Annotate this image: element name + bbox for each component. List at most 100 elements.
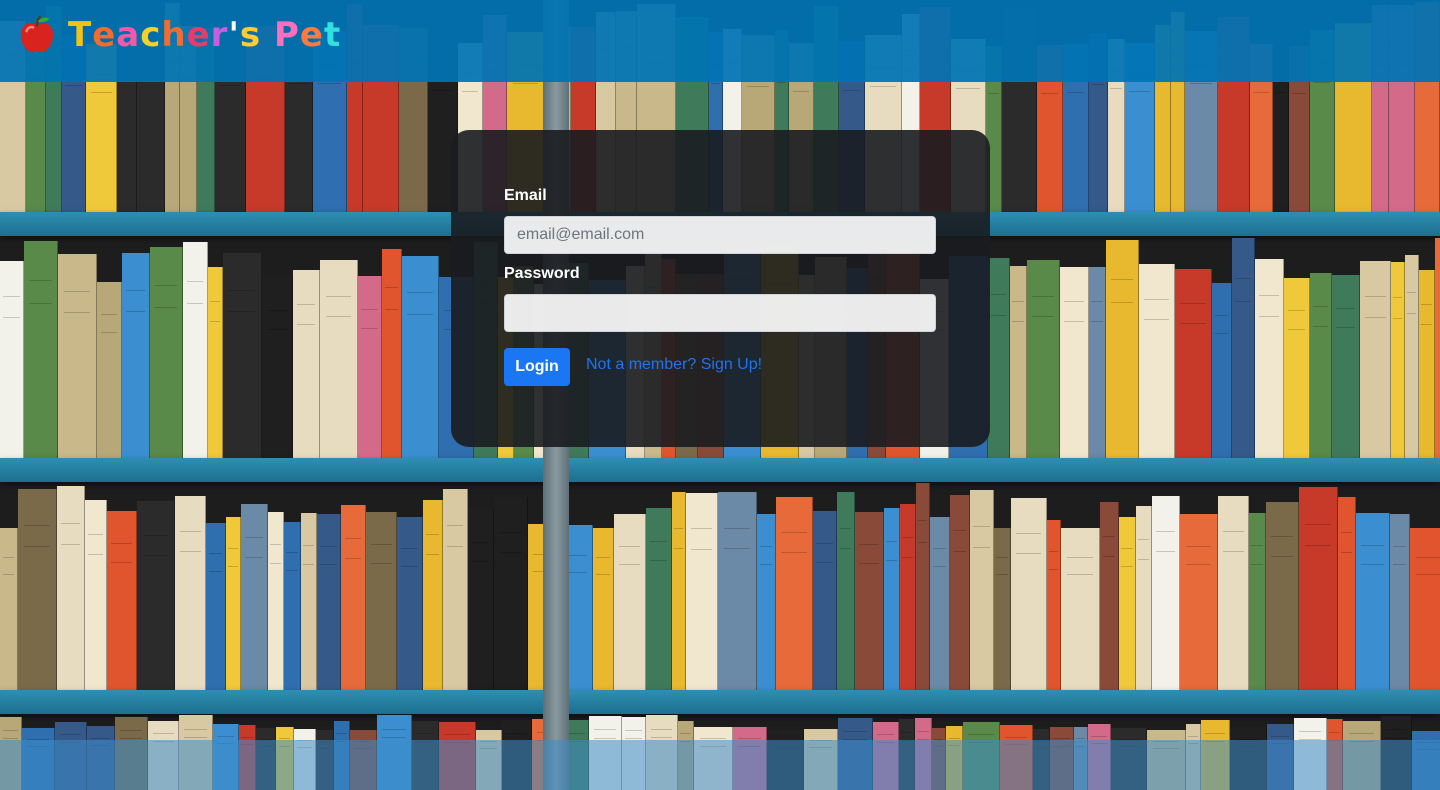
book-spine <box>776 497 813 690</box>
book-spine <box>223 253 262 458</box>
book-spine <box>837 492 855 690</box>
brand-letter: h <box>161 15 187 55</box>
password-input[interactable] <box>504 294 936 332</box>
book-spine <box>18 489 57 690</box>
book-spine <box>85 500 107 690</box>
brand-letter <box>261 12 274 58</box>
brand-letter: ' <box>228 15 240 55</box>
book-spine <box>1010 266 1027 458</box>
book-spine <box>1089 267 1106 458</box>
book-spine <box>1419 270 1435 458</box>
book-spine <box>1180 514 1218 690</box>
book-spine <box>1332 275 1360 458</box>
brand-letter: a <box>116 15 141 55</box>
book-spine <box>1061 528 1100 690</box>
book-spine <box>1391 262 1405 458</box>
login-actions: Login Not a member? Sign Up! <box>504 348 936 386</box>
book-spine <box>358 276 382 458</box>
book-spine <box>122 253 150 458</box>
signup-link[interactable]: Not a member? Sign Up! <box>586 356 762 374</box>
email-label: Email <box>504 187 547 204</box>
login-panel: Email Password Login Not a member? Sign … <box>451 130 990 447</box>
book-spine <box>672 492 686 690</box>
brand-letter: t <box>323 15 342 55</box>
book-spine <box>208 267 223 458</box>
book-spine <box>0 261 24 458</box>
book-spine <box>137 501 175 690</box>
book-spine <box>718 492 757 690</box>
book-spine <box>950 495 970 690</box>
book-spine <box>988 258 1010 458</box>
book-spine <box>468 509 494 690</box>
book-spine <box>813 511 837 690</box>
book-spine <box>930 517 950 690</box>
book-spine <box>284 522 301 690</box>
login-button[interactable]: Login <box>504 348 570 386</box>
book-spine <box>1266 502 1299 690</box>
book-spine <box>1390 514 1410 690</box>
book-spine <box>1139 264 1175 458</box>
book-spine <box>382 249 402 458</box>
book-spine <box>183 242 208 458</box>
brand-letter: e <box>186 15 211 55</box>
book-spine <box>1405 255 1419 458</box>
book-spine <box>1152 496 1180 690</box>
book-spine <box>241 504 268 690</box>
book-spine <box>1136 506 1152 690</box>
book-spine <box>900 504 916 690</box>
book-spine <box>1255 259 1284 458</box>
book-spine <box>884 508 900 690</box>
book-spine <box>175 496 206 690</box>
book-spine <box>97 282 122 458</box>
bookshelf-row <box>0 482 1440 690</box>
brand-letter: r <box>210 15 229 55</box>
book-spine <box>1284 278 1310 458</box>
book-spine <box>443 489 468 690</box>
book-spine <box>1027 260 1060 458</box>
book-spine <box>494 497 528 690</box>
book-spine <box>1175 269 1212 458</box>
book-spine <box>646 508 672 690</box>
book-spine <box>1011 498 1047 690</box>
book-spine <box>1106 240 1139 458</box>
book-spine <box>1232 238 1255 458</box>
book-spine <box>855 512 884 690</box>
book-spine <box>1356 513 1390 690</box>
book-spine <box>341 505 366 690</box>
book-spine <box>1119 517 1136 690</box>
book-spine <box>1338 497 1356 690</box>
book-spine <box>423 500 443 690</box>
brand-letter: e <box>299 15 324 55</box>
book-spine <box>757 514 776 690</box>
email-input[interactable] <box>504 216 936 254</box>
book-spine <box>994 528 1011 690</box>
brand-letter: T <box>68 15 93 55</box>
book-spine <box>1212 283 1232 458</box>
book-spine <box>226 517 241 690</box>
book-spine <box>1218 496 1249 690</box>
book-spine <box>268 512 284 690</box>
book-spine <box>107 511 137 690</box>
book-spine <box>397 517 423 690</box>
book-spine <box>150 247 183 458</box>
book-spine <box>402 256 439 458</box>
brand-letter: s <box>239 15 262 55</box>
book-spine <box>1299 487 1338 690</box>
book-spine <box>1060 267 1089 458</box>
brand-letter: e <box>92 15 117 55</box>
book-spine <box>57 486 85 690</box>
apple-icon <box>20 15 54 53</box>
shelf-plank <box>0 690 1440 714</box>
brand-name: Teacher's Pet <box>68 12 341 58</box>
book-spine <box>1047 520 1061 690</box>
book-spine <box>0 528 18 690</box>
email-group: Email <box>504 186 936 254</box>
book-spine <box>293 270 320 458</box>
book-spine <box>24 241 58 458</box>
book-spine <box>320 260 358 458</box>
brand-home-link[interactable]: Teacher's Pet <box>18 12 341 58</box>
bottom-overlay <box>0 740 1440 790</box>
book-spine <box>206 523 226 690</box>
top-navbar: Teacher's Pet <box>0 0 1440 82</box>
book-spine <box>1100 502 1119 690</box>
